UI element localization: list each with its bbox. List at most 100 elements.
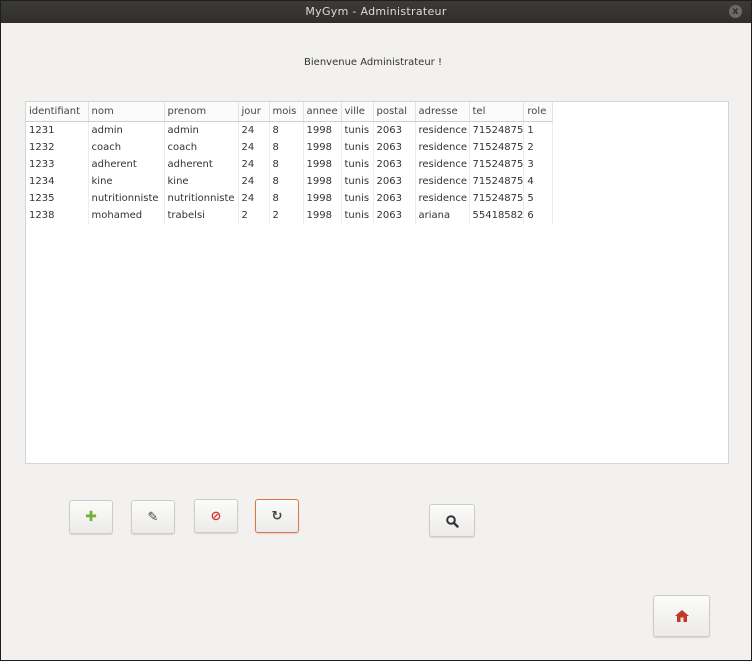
cell-annee: 1998 [303, 156, 342, 173]
table-row[interactable]: 1233 adherent adherent 24 8 1998 tunis 2063 resi… [26, 156, 554, 173]
pencil-icon: ✎ [147, 509, 159, 525]
cell-annee: 1998 [303, 139, 342, 156]
users-table-container[interactable]: identifiant nom prenom jour mois annee ville po… [25, 101, 729, 464]
cell-annee: 1998 [303, 207, 342, 224]
cell-role: 1 [523, 121, 554, 139]
cell-ville: tunis [341, 173, 374, 190]
search-button[interactable] [429, 504, 475, 537]
column-header-jour[interactable]: jour [238, 102, 270, 122]
cell-ville: tunis [341, 190, 374, 207]
cell-jour: 24 [238, 139, 270, 156]
cell-prenom: coach [164, 139, 239, 156]
cell-mois: 8 [269, 139, 304, 156]
cell-annee: 1998 [303, 190, 342, 207]
cell-identifiant: 1232 [26, 139, 89, 156]
column-header-annee[interactable]: annee [303, 102, 342, 122]
table-body: 1231 admin admin 24 8 1998 tunis 2063 residence 7… [26, 121, 554, 224]
plus-icon: ✚ [85, 509, 97, 525]
cell-tel: 71524875 [469, 190, 525, 207]
cell-jour: 2 [238, 207, 270, 224]
cell-role: 2 [523, 139, 554, 156]
close-button[interactable]: x [729, 5, 742, 18]
cell-postal: 2063 [373, 139, 416, 156]
cell-postal: 2063 [373, 207, 416, 224]
cell-ville: tunis [341, 156, 374, 173]
cell-prenom: nutritionniste [164, 190, 239, 207]
app-window: MyGym - Administrateur x Bienvenue Admin… [0, 0, 752, 661]
cell-identifiant: 1234 [26, 173, 89, 190]
cell-prenom: admin [164, 121, 239, 139]
cell-prenom: kine [164, 173, 239, 190]
cell-adresse: residence [415, 139, 470, 156]
cell-identifiant: 1233 [26, 156, 89, 173]
column-header-mois[interactable]: mois [269, 102, 304, 122]
cell-role: 5 [523, 190, 554, 207]
cell-adresse: residence [415, 121, 470, 139]
table-row[interactable]: 1238 mohamed trabelsi 2 2 1998 tunis 2063 ariana… [26, 207, 554, 224]
home-button[interactable] [653, 595, 710, 637]
column-header-ville[interactable]: ville [341, 102, 374, 122]
column-header-tel[interactable]: tel [469, 102, 525, 122]
column-header-prenom[interactable]: prenom [164, 102, 239, 122]
cell-postal: 2063 [373, 156, 416, 173]
edit-button[interactable]: ✎ [131, 500, 175, 534]
cell-role: 6 [523, 207, 554, 224]
users-table: identifiant nom prenom jour mois annee ville po… [26, 102, 554, 224]
cell-annee: 1998 [303, 121, 342, 139]
cell-nom: mohamed [88, 207, 165, 224]
cell-mois: 8 [269, 156, 304, 173]
cell-role: 3 [523, 156, 554, 173]
table-row[interactable]: 1232 coach coach 24 8 1998 tunis 2063 residence 7… [26, 139, 554, 156]
cell-tel: 71524875 [469, 139, 525, 156]
welcome-message: Bienvenue Administrateur ! [304, 57, 442, 68]
cell-mois: 2 [269, 207, 304, 224]
cell-nom: kine [88, 173, 165, 190]
search-icon [446, 514, 459, 528]
refresh-icon: ↻ [271, 508, 283, 524]
column-header-nom[interactable]: nom [88, 102, 165, 122]
cell-identifiant: 1231 [26, 121, 89, 139]
cell-ville: tunis [341, 121, 374, 139]
column-header-adresse[interactable]: adresse [415, 102, 470, 122]
home-icon [674, 610, 689, 622]
cell-postal: 2063 [373, 190, 416, 207]
cell-identifiant: 1235 [26, 190, 89, 207]
cell-postal: 2063 [373, 121, 416, 139]
table-row[interactable]: 1234 kine kine 24 8 1998 tunis 2063 residence 715… [26, 173, 554, 190]
cell-jour: 24 [238, 121, 270, 139]
cell-jour: 24 [238, 173, 270, 190]
close-icon: x [732, 6, 739, 17]
cell-adresse: residence [415, 190, 470, 207]
cell-nom: coach [88, 139, 165, 156]
cell-postal: 2063 [373, 173, 416, 190]
cell-role: 4 [523, 173, 554, 190]
cell-adresse: residence [415, 156, 470, 173]
column-header-role[interactable]: role [523, 102, 554, 122]
add-button[interactable]: ✚ [69, 500, 113, 534]
cell-ville: tunis [341, 139, 374, 156]
cell-identifiant: 1238 [26, 207, 89, 224]
column-header-identifiant[interactable]: identifiant [26, 102, 89, 122]
cell-tel: 71524875 [469, 121, 525, 139]
refresh-button[interactable]: ↻ [255, 499, 299, 533]
table-header-row: identifiant nom prenom jour mois annee ville po… [26, 102, 554, 122]
cell-nom: admin [88, 121, 165, 139]
cell-prenom: trabelsi [164, 207, 239, 224]
cell-prenom: adherent [164, 156, 239, 173]
cell-jour: 24 [238, 156, 270, 173]
column-header-postal[interactable]: postal [373, 102, 416, 122]
cell-tel: 71524875 [469, 173, 525, 190]
cell-nom: adherent [88, 156, 165, 173]
cell-mois: 8 [269, 121, 304, 139]
cell-ville: tunis [341, 207, 374, 224]
cell-tel: 71524875 [469, 156, 525, 173]
table-row[interactable]: 1235 nutritionniste nutritionniste 24 8 1998 t… [26, 190, 554, 207]
cell-mois: 8 [269, 173, 304, 190]
table-row[interactable]: 1231 admin admin 24 8 1998 tunis 2063 residence 7… [26, 121, 554, 139]
delete-button[interactable]: ⊘ [194, 499, 238, 533]
title-bar: MyGym - Administrateur x [1, 1, 751, 23]
cell-mois: 8 [269, 190, 304, 207]
window-title: MyGym - Administrateur [305, 5, 447, 18]
cell-adresse: residence [415, 173, 470, 190]
cell-adresse: ariana [415, 207, 470, 224]
